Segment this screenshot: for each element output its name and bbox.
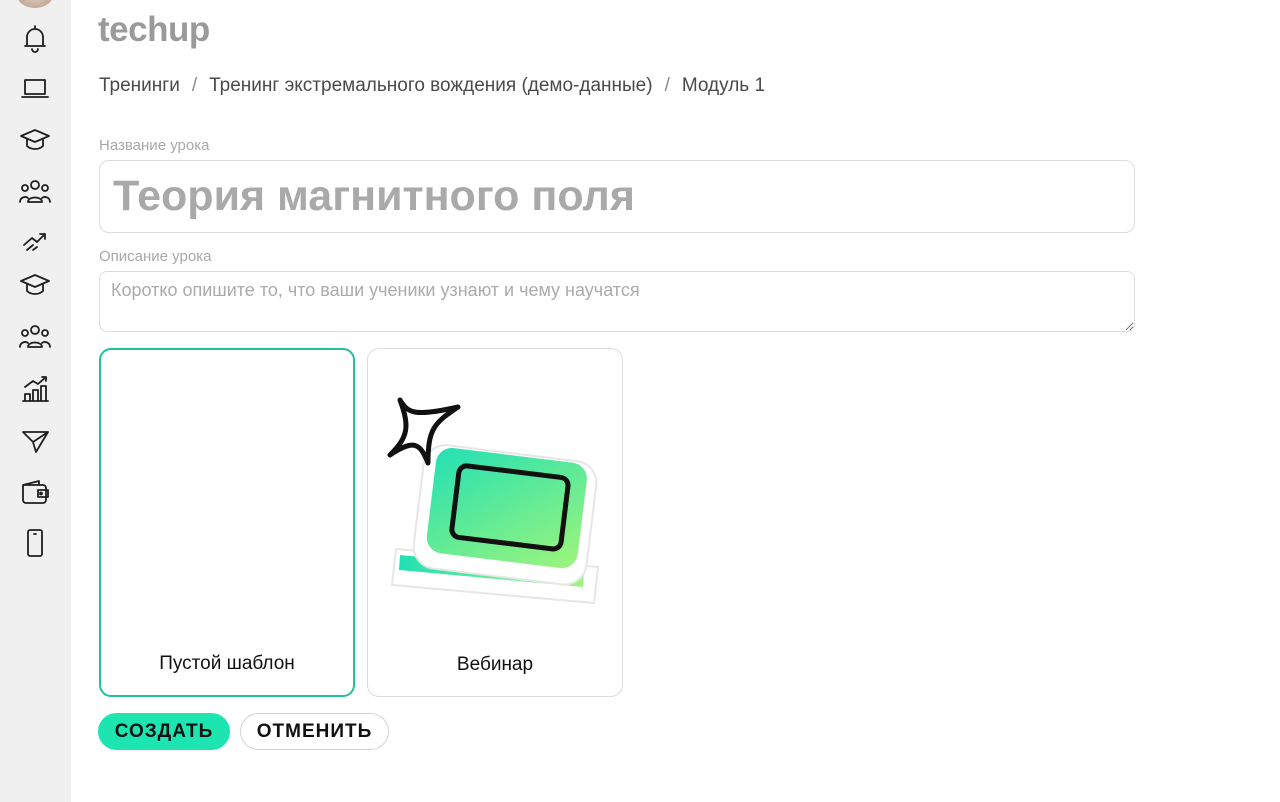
cancel-button[interactable]: ОТМЕНИТЬ [240,713,389,750]
breadcrumb-trainings[interactable]: Тренинги [99,75,180,97]
webinar-laptop-illustration [387,397,600,605]
trend-icon[interactable] [16,222,54,258]
sidebar [0,0,71,802]
laptop-icon[interactable] [16,70,54,106]
lesson-title-label: Название урока [99,137,210,154]
users-icon[interactable] [16,319,54,355]
create-button[interactable]: СОЗДАТЬ [98,713,230,750]
breadcrumb-training[interactable]: Тренинг экстремального вождения (демо-да… [209,75,652,97]
template-card-label: Пустой шаблон [159,653,295,674]
graduation-cap-icon[interactable] [16,267,54,303]
template-card-label: Вебинар [456,654,534,675]
lesson-title-input[interactable] [99,160,1135,233]
breadcrumb-separator: / [191,75,198,96]
users-icon[interactable] [16,174,54,210]
breadcrumb-separator: / [664,75,670,96]
graduation-cap-icon[interactable] [16,122,54,158]
analytics-icon[interactable] [16,371,54,407]
template-card-empty[interactable]: Пустой шаблон [99,348,355,697]
app-logo[interactable]: techup [98,10,210,50]
breadcrumb-module[interactable]: Модуль 1 [682,75,765,97]
lesson-description-label: Описание урока [99,248,212,265]
template-card-webinar[interactable]: Вебинар [367,348,623,697]
mobile-icon[interactable] [16,525,54,561]
bell-icon[interactable] [16,20,54,56]
avatar[interactable] [16,0,54,8]
wallet-icon[interactable] [16,474,54,510]
lesson-description-input[interactable] [99,271,1135,332]
send-icon[interactable] [16,423,54,459]
breadcrumb: Тренинги / Тренинг экстремального вожден… [99,72,765,100]
